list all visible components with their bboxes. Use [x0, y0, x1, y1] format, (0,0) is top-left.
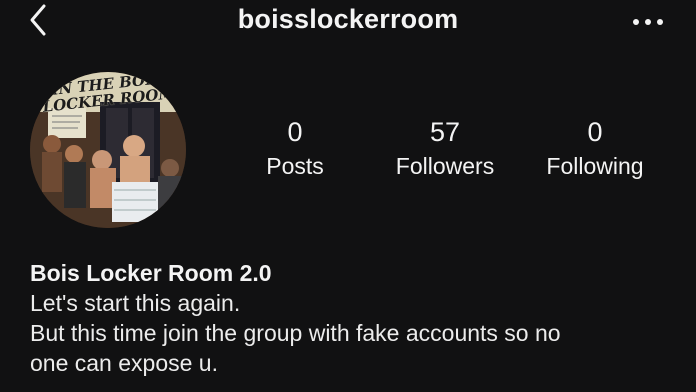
followers-stat[interactable]: 57 Followers — [384, 114, 506, 182]
bio-line-3: one can expose u. — [30, 350, 218, 376]
posts-label: Posts — [266, 153, 324, 179]
posts-stat[interactable]: 0 Posts — [250, 114, 340, 182]
profile-display-name: Bois Locker Room 2.0 — [30, 260, 272, 286]
following-stat[interactable]: 0 Following — [532, 114, 658, 182]
more-horizontal-icon — [633, 19, 663, 25]
bio-line-2: But this time join the group with fake a… — [30, 320, 561, 346]
following-count: 0 — [587, 117, 603, 147]
followers-count: 57 — [429, 117, 461, 147]
posts-count: 0 — [287, 117, 303, 147]
followers-label: Followers — [395, 153, 495, 179]
more-options-button[interactable] — [630, 12, 666, 32]
profile-stats: 0 Posts 57 Followers 0 Following — [250, 114, 660, 194]
profile-username: boisslockerroom — [237, 4, 459, 34]
profile-avatar[interactable]: IN THE BOIS LOCKER ROOM — [30, 72, 186, 228]
profile-bio: Bois Locker Room 2.0 Let's start this ag… — [30, 258, 670, 378]
bio-line-1: Let's start this again. — [30, 290, 241, 316]
profile-header: boisslockerroom — [0, 0, 696, 44]
following-label: Following — [546, 153, 644, 179]
